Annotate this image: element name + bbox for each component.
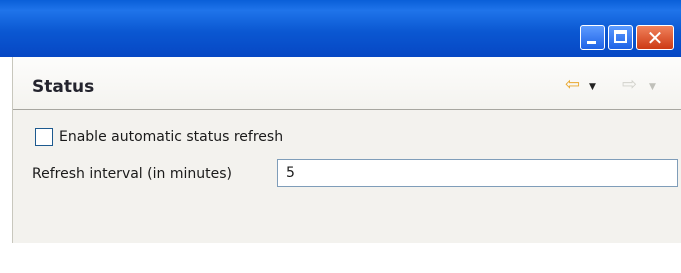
screenshot-torn-edge — [0, 243, 681, 273]
auto-refresh-checkbox[interactable] — [35, 128, 53, 146]
back-arrow-icon[interactable]: ⇦ — [565, 75, 580, 95]
back-history-dropdown-icon[interactable]: ▼ — [589, 82, 596, 92]
close-icon: ✕ — [646, 26, 664, 50]
window-titlebar[interactable]: ✕ — [0, 0, 681, 57]
refresh-interval-input[interactable] — [277, 159, 678, 187]
maximize-button[interactable] — [608, 25, 633, 50]
minimize-button[interactable] — [580, 25, 605, 50]
page-title: Status — [32, 77, 95, 97]
forward-history-dropdown-icon: ▼ — [649, 82, 656, 92]
maximize-icon — [614, 30, 627, 43]
auto-refresh-label[interactable]: Enable automatic status refresh — [59, 129, 283, 145]
refresh-interval-label: Refresh interval (in minutes) — [32, 166, 232, 182]
minimize-icon — [587, 41, 596, 44]
panel-header: Status ⇦ ▼ ⇨ ▼ — [13, 57, 681, 110]
status-preference-panel: Status ⇦ ▼ ⇨ ▼ Enable automatic status r… — [12, 57, 681, 243]
forward-arrow-icon: ⇨ — [622, 74, 638, 95]
close-button[interactable]: ✕ — [636, 25, 674, 50]
